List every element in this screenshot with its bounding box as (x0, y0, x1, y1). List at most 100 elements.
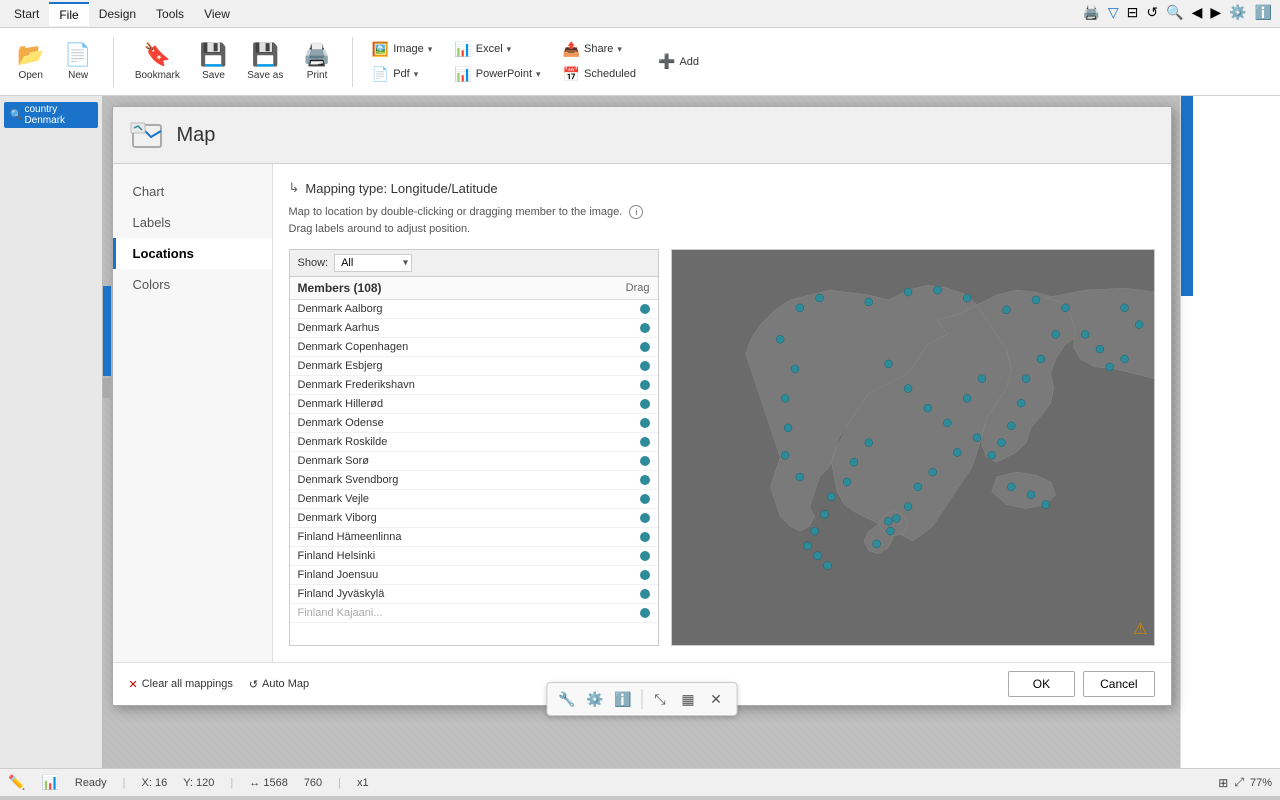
menu-file[interactable]: File (49, 2, 88, 26)
info-tool-button[interactable]: ℹ️ (611, 687, 635, 711)
status-scale: x1 (357, 777, 369, 789)
filter-tag[interactable]: 🔍 country Denmark (4, 102, 98, 128)
member-dot (640, 304, 650, 314)
image-dropdown[interactable]: ▾ (428, 44, 433, 55)
menu-view[interactable]: View (194, 3, 240, 25)
cancel-button[interactable]: Cancel (1083, 671, 1154, 697)
side-tab-gray[interactable] (103, 378, 111, 398)
bookmark-button[interactable]: 🔖 Bookmark (126, 33, 189, 91)
share-button[interactable]: 📤 Share ▾ (556, 38, 643, 61)
filter-icon[interactable]: ▽ (1108, 4, 1119, 21)
scheduled-button[interactable]: 📅 Scheduled (556, 63, 643, 86)
excel-icon: 📊 (454, 41, 471, 58)
member-dot (640, 342, 650, 352)
side-tab-blue[interactable] (103, 286, 111, 376)
refresh-icon[interactable]: ↺ (1146, 4, 1158, 21)
table-row[interactable]: Denmark Esbjerg (290, 357, 658, 376)
view-mode-buttons: ⊞ ⤢ 77% (1218, 775, 1272, 790)
table-row[interactable]: Denmark Frederikshavn (290, 376, 658, 395)
main-area: 🔍 country Denmark (0, 96, 1280, 768)
menu-start[interactable]: Start (4, 3, 49, 25)
forward-icon[interactable]: ▶ (1210, 4, 1221, 21)
table-row[interactable]: Finland Kajaani... (290, 604, 658, 623)
excel-label: Excel (476, 43, 503, 55)
grid-tool-button[interactable]: ▦ (676, 687, 700, 711)
new-label: New (68, 70, 88, 81)
excel-button[interactable]: 📊 Excel ▾ (447, 38, 547, 61)
nav-chart[interactable]: Chart (113, 176, 272, 207)
search-icon[interactable]: 🔍 (1166, 4, 1183, 21)
menu-tools[interactable]: Tools (146, 3, 194, 25)
x-icon: ✕ (129, 678, 138, 691)
saveas-button[interactable]: 💾 Save as (238, 33, 292, 91)
table-row[interactable]: Denmark Aalborg (290, 300, 658, 319)
menu-design[interactable]: Design (89, 3, 146, 25)
open-label: Open (18, 70, 42, 81)
print-button[interactable]: 🖨️ Print (294, 33, 339, 91)
nav-locations[interactable]: Locations (113, 238, 272, 269)
powerpoint-dropdown[interactable]: ▾ (536, 69, 541, 80)
open-button[interactable]: 📂 Open (8, 33, 53, 91)
chart-icon-status: 📊 (41, 774, 58, 791)
dialog-nav: Chart Labels Locations Colors (113, 164, 273, 662)
table-row[interactable]: Denmark Viborg (290, 509, 658, 528)
status-ready: Ready (75, 777, 107, 789)
close-tool-button[interactable]: ✕ (704, 687, 728, 711)
table-row[interactable]: Denmark Odense (290, 414, 658, 433)
ribbon-group-add: ➕ Add (651, 50, 706, 73)
member-dot (640, 456, 650, 466)
member-dot (640, 513, 650, 523)
table-row[interactable]: Denmark Roskilde (290, 433, 658, 452)
dialog-overlay: Map Chart Labels Locations Colors (103, 96, 1180, 768)
dialog-buttons: OK Cancel (1008, 671, 1155, 697)
map-panel: ⚠ (671, 249, 1155, 646)
nav-labels[interactable]: Labels (113, 207, 272, 238)
print-icon[interactable]: 🖨️ (1082, 4, 1099, 21)
table-row[interactable]: Denmark Hillerød (290, 395, 658, 414)
ok-button[interactable]: OK (1008, 671, 1075, 697)
table-row[interactable]: Finland Jyväskylä (290, 585, 658, 604)
members-list[interactable]: Denmark Aalborg Denmark Aarhus (290, 300, 658, 645)
pdf-dropdown[interactable]: ▾ (414, 69, 419, 80)
toolbar-sep (641, 689, 642, 709)
add-button[interactable]: ➕ Add (651, 50, 706, 73)
table-row[interactable]: Denmark Copenhagen (290, 338, 658, 357)
show-label: Show: (298, 257, 329, 269)
settings-tool-button[interactable]: 🔧 (555, 687, 579, 711)
scheduled-icon: 📅 (563, 66, 580, 83)
table-row[interactable]: Denmark Sorø (290, 452, 658, 471)
normal-view-button[interactable]: ⊞ (1218, 776, 1228, 790)
show-select-wrapper: All Mapped Unmapped (334, 254, 412, 272)
auto-map-button[interactable]: ↺ Auto Map (249, 678, 309, 691)
right-panel-tab[interactable] (1181, 96, 1193, 296)
back-icon[interactable]: ◀ (1192, 4, 1203, 21)
table-row[interactable]: Finland Joensuu (290, 566, 658, 585)
clear-mappings-button[interactable]: ✕ Clear all mappings (129, 678, 233, 691)
info-circle-icon[interactable]: i (629, 205, 643, 219)
nav-colors[interactable]: Colors (113, 269, 272, 300)
show-select[interactable]: All Mapped Unmapped (334, 254, 412, 272)
fullscreen-button[interactable]: ⤢ (1234, 775, 1244, 790)
status-bar: ✏️ 📊 Ready | X: 16 Y: 120 | ↔ 1568 760 |… (0, 768, 1280, 796)
print-label: Print (307, 70, 328, 81)
settings-icon[interactable]: ⚙️ (1229, 4, 1246, 21)
table-row[interactable]: Finland Helsinki (290, 547, 658, 566)
table-row[interactable]: Denmark Svendborg (290, 471, 658, 490)
filter2-icon[interactable]: ⊟ (1127, 4, 1139, 21)
table-row[interactable]: Denmark Vejle (290, 490, 658, 509)
table-row[interactable]: Denmark Aarhus (290, 319, 658, 338)
menu-bar: Start File Design Tools View 🖨️ ▽ ⊟ ↺ 🔍 … (0, 0, 1280, 28)
excel-dropdown[interactable]: ▾ (507, 44, 512, 55)
save-button[interactable]: 💾 Save (191, 33, 236, 91)
new-button[interactable]: 📄 New (55, 33, 100, 91)
pdf-button[interactable]: 📄 Pdf ▾ (365, 63, 440, 86)
filter-panel: 🔍 country Denmark (0, 96, 103, 768)
status-x: X: 16 (142, 777, 168, 789)
powerpoint-button[interactable]: 📊 PowerPoint ▾ (447, 63, 547, 86)
image-button[interactable]: 🖼️ Image ▾ (365, 38, 440, 61)
info-icon[interactable]: ℹ️ (1255, 4, 1272, 21)
resize-tool-button[interactable]: ⤡ (648, 687, 672, 711)
gear-tool-button[interactable]: ⚙️ (583, 687, 607, 711)
table-row[interactable]: Finland Hämeenlinna (290, 528, 658, 547)
share-dropdown[interactable]: ▾ (617, 44, 622, 55)
